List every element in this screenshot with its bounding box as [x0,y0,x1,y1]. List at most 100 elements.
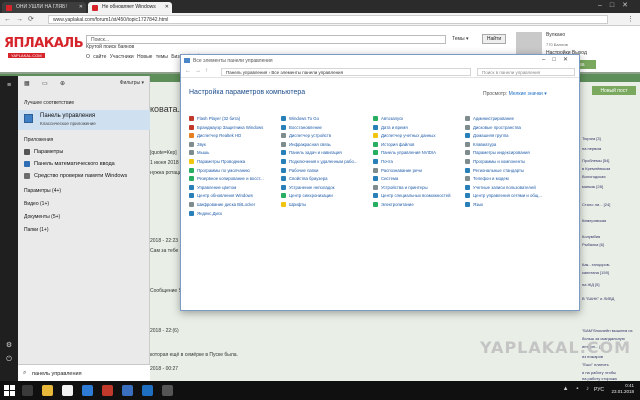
right-item[interactable]: Стало ли... [24] [582,202,638,207]
cp-item[interactable]: Администрирование [465,115,557,124]
cp-item[interactable]: Панель управления NVIDIA [373,149,465,158]
cp-item[interactable]: Диспетчер учетных данных [373,132,465,141]
cp-item[interactable]: Домашняя группа [465,132,557,141]
nav-buttons[interactable]: ←→⟳ [4,15,39,23]
url-input[interactable]: www.yaplakal.com/forum1/st/450/topic1727… [48,15,608,24]
best-match-item[interactable]: Панель управления Классическое приложени… [18,110,150,130]
cp-item[interactable]: Диспетчер Realtek HD [189,132,281,141]
power-icon[interactable]: ⏻ [5,356,13,364]
cp-item[interactable]: Подключения к удаленным рабо... [281,158,373,167]
cp-item[interactable]: Шрифты [281,201,373,210]
cp-item[interactable]: Диспетчер устройств [281,132,373,141]
chrome-icon[interactable] [62,385,73,396]
cp-item[interactable]: Центр синхронизации [281,192,373,201]
find-button[interactable]: Найти [482,34,506,44]
category-video[interactable]: Видео (1+) [24,201,49,207]
cp-item[interactable]: Инфракрасная связь [281,141,373,150]
hamburger-icon[interactable]: ≡ [5,82,13,90]
user-name[interactable]: Вулкано [546,32,565,38]
task-view-icon[interactable] [22,385,33,396]
cp-path-breadcrumb[interactable]: Панель управления › Все элементы панели … [221,68,471,76]
cp-item[interactable]: Параметры Проводника [189,158,281,167]
app-icon-red[interactable] [102,385,113,396]
cp-item[interactable]: Центр управления сетями и общ... [465,192,557,201]
right-item[interactable]: капитана [159] [582,270,638,275]
new-post-button[interactable]: Новый пост [592,86,636,95]
site-search-input[interactable]: Поиск... [86,35,446,44]
clock[interactable]: 0:41 23.01.2018 [611,383,634,395]
cp-item[interactable]: Брандмауэр Защитника Windows [189,124,281,133]
cp-item[interactable]: Шифрование диска BitLocker [189,201,281,210]
view-value[interactable]: Мелкие значки ▾ [509,91,547,97]
cp-item[interactable]: Электропитание [373,201,465,210]
cp-item[interactable]: Система [373,175,465,184]
cp-item[interactable]: Клавиатура [465,141,557,150]
themes-dropdown[interactable]: Темы ▾ [452,36,468,42]
app-icon-blue[interactable] [82,385,93,396]
cp-item[interactable]: Устройства и принтеры [373,184,465,193]
cp-item[interactable]: Восстановление [281,124,373,133]
cp-search-input[interactable]: Поиск в панели управления [477,68,575,76]
right-item[interactable]: на первом [582,146,638,151]
category-documents[interactable]: Документы (5+) [24,214,60,220]
cp-item[interactable]: Региональные стандарты [465,167,557,176]
right-item[interactable]: в Кремлёвском [582,166,638,171]
tray-icons[interactable]: ▲ ▪ ♪ [563,386,592,392]
file-explorer-icon[interactable] [42,385,53,396]
control-panel-taskbar-icon[interactable] [142,385,153,396]
close-tab-icon[interactable]: ✕ [79,4,83,10]
cp-item[interactable]: Язык [465,201,557,210]
cp-item[interactable]: Почта [373,158,465,167]
cp-item[interactable]: Управление цветом [189,184,281,193]
cp-item[interactable]: Центр обновления Windows [189,192,281,201]
cp-item[interactable]: Панель задач и навигация [281,149,373,158]
cp-item[interactable]: Телефон и модем [465,175,557,184]
app-icon-word[interactable] [122,385,133,396]
cp-item[interactable]: Программы и компоненты [465,158,557,167]
cp-item[interactable]: Рабочие папки [281,167,373,176]
right-item[interactable]: "Ешо" платить [582,362,638,367]
right-item[interactable]: маньяк [28] [582,184,638,189]
documents-icon[interactable]: ▭ [42,80,48,87]
cp-item[interactable]: Учетные записи пользователей [465,184,557,193]
app-item-memory-check[interactable]: Средство проверки памяти Windows [18,171,150,182]
cp-view-selector[interactable]: Просмотр: Мелкие значки ▾ [483,91,547,97]
right-item[interactable]: "БАМ"блокчейн вышлем из [582,328,638,333]
app-icon-grey[interactable] [162,385,173,396]
category-folders[interactable]: Папки (1+) [24,227,48,233]
start-search-box[interactable]: ⌕ панель управления [18,364,150,381]
close-tab-icon[interactable]: ✕ [165,4,169,10]
app-item-settings[interactable]: Параметры [18,147,150,158]
cp-item[interactable]: Автозапуск [373,115,465,124]
cp-item[interactable]: Дата и время [373,124,465,133]
web-icon[interactable]: ⊕ [60,80,65,87]
site-logo[interactable]: ЯПЛАКАЛЬ [4,36,84,51]
browser-tab-2[interactable]: Не обновляет Windows ✕ [88,2,172,13]
cp-item[interactable]: Дисковые пространства [465,124,557,133]
browser-tab-1[interactable]: ОНИ УШЛИ НА ГЛЯБ! ✕ [2,2,86,13]
cp-nav-buttons[interactable]: ←→↑ [185,68,212,74]
language-indicator[interactable]: РУС [594,387,604,393]
cp-item[interactable]: Распознавание речи [373,167,465,176]
cp-item[interactable]: Мышь [189,149,281,158]
right-item[interactable]: Как...танцоров- [582,262,638,267]
cp-item[interactable]: Яндекс.Диск [189,210,281,219]
cp-item[interactable]: Параметры индексирования [465,149,557,158]
cp-window-controls[interactable]: –□✕ [542,56,575,63]
cp-item[interactable]: История файлов [373,141,465,150]
right-item[interactable]: Колумбия [582,234,638,239]
filters-dropdown[interactable]: Фильтры ▾ [120,80,144,86]
cp-item[interactable]: Свойства браузера [281,175,373,184]
cp-item[interactable]: Звук [189,141,281,150]
cp-item[interactable]: Flash Player (32 бита) [189,115,281,124]
all-results-icon[interactable]: ▦ [24,80,30,87]
right-item[interactable]: Проблемы [54] [582,158,638,163]
right-item[interactable]: на ЖД [5] [582,282,638,287]
right-item[interactable]: Кемеровская [582,218,638,223]
cp-item[interactable]: Устранение неполадок [281,184,373,193]
right-item[interactable]: и на работу чтобы [582,370,638,375]
windows-start-icon[interactable] [4,385,15,396]
category-settings[interactable]: Параметры (4+) [24,188,61,194]
cp-item[interactable]: Программы по умолчанию [189,167,281,176]
right-item[interactable]: В "БАНК" и ЛИВД [582,296,638,301]
